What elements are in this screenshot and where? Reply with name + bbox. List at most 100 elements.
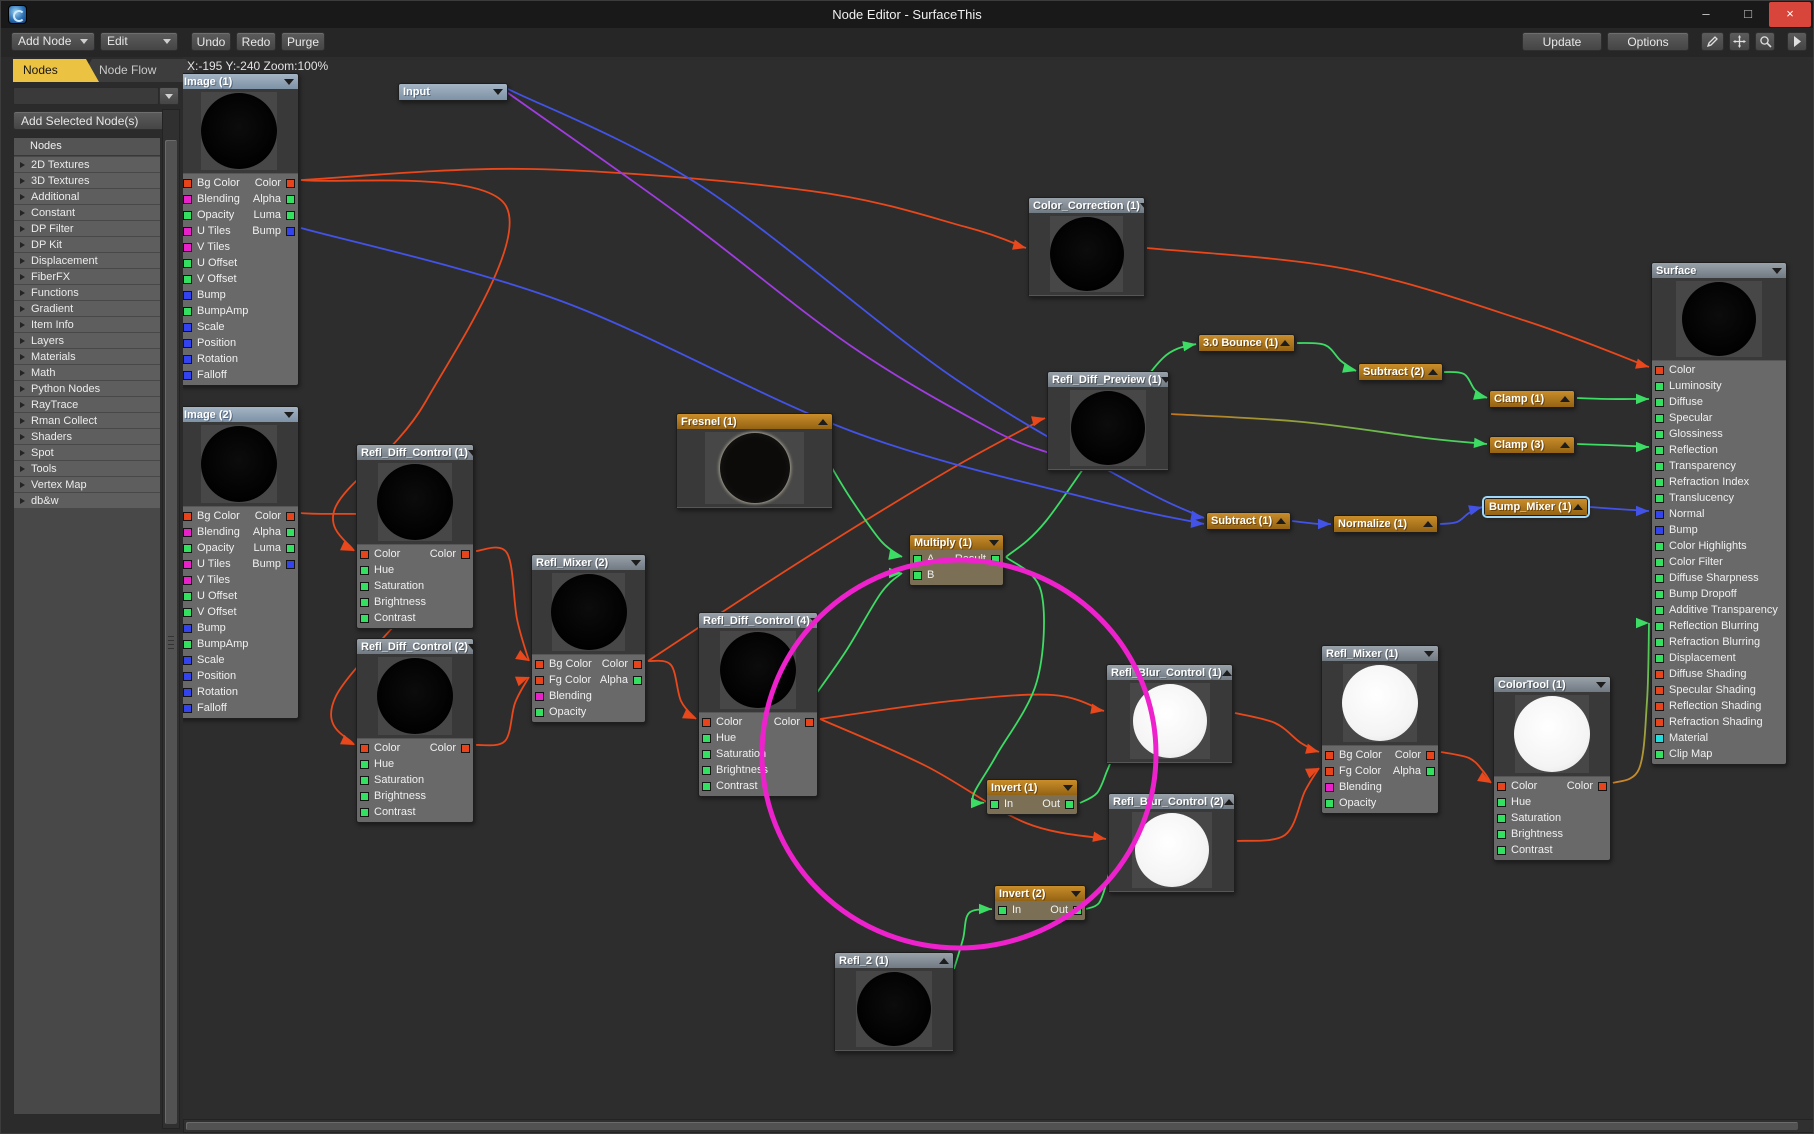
maximize-button[interactable]: □ <box>1727 2 1769 27</box>
collapse-arrow-down-icon[interactable] <box>1071 891 1081 897</box>
sidebar-category-tools[interactable]: Tools <box>14 461 160 476</box>
sidebar-category-dp-kit[interactable]: DP Kit <box>14 237 160 252</box>
input-port-u-offset[interactable] <box>183 259 192 268</box>
node-refl-mixer-2[interactable]: Refl_Mixer (2)Bg ColorColorFg ColorAlpha… <box>531 554 646 723</box>
input-port-hue[interactable] <box>702 734 711 743</box>
input-port-displacement[interactable] <box>1655 654 1664 663</box>
input-port-brightness[interactable] <box>702 766 711 775</box>
input-port-brightness[interactable] <box>360 792 369 801</box>
redo-button[interactable]: Redo <box>236 32 276 51</box>
input-port-saturation[interactable] <box>360 776 369 785</box>
node-title-bar[interactable]: Image (1) <box>183 74 298 89</box>
collapse-arrow-down-icon[interactable] <box>810 618 817 624</box>
node-title-bar[interactable]: Normalize (1) <box>1334 516 1437 532</box>
node-invert-2[interactable]: Invert (2)InOut <box>994 885 1086 921</box>
node-invert-1[interactable]: Invert (1)InOut <box>986 779 1078 815</box>
sidebar-category-spot[interactable]: Spot <box>14 445 160 460</box>
output-port-color[interactable] <box>1598 782 1607 791</box>
sidebar-category-rman-collect[interactable]: Rman Collect <box>14 413 160 428</box>
input-port-color-filter[interactable] <box>1655 558 1664 567</box>
collapse-arrow-down-icon[interactable] <box>284 412 294 418</box>
undo-button[interactable]: Undo <box>191 32 231 51</box>
node-image-2[interactable]: Image (2)Bg ColorColorBlendingAlphaOpaci… <box>183 406 299 719</box>
input-port-b[interactable] <box>913 571 922 580</box>
node-graph-canvas[interactable]: Image (1)Bg ColorColorBlendingAlphaOpaci… <box>183 57 1814 1121</box>
input-port-bg-color[interactable] <box>1325 751 1334 760</box>
output-port-result[interactable] <box>991 555 1000 564</box>
collapse-arrow-down-icon[interactable] <box>468 450 473 456</box>
options-button[interactable]: Options <box>1607 32 1689 51</box>
sidebar-category-additional[interactable]: Additional <box>14 189 160 204</box>
node-bounce-1[interactable]: 3.0 Bounce (1) <box>1198 334 1295 352</box>
input-port-u-tiles[interactable] <box>183 560 192 569</box>
input-port-in[interactable] <box>990 800 999 809</box>
input-port-opacity[interactable] <box>183 211 192 220</box>
input-port-blending[interactable] <box>535 692 544 701</box>
input-port-bump[interactable] <box>183 291 192 300</box>
add-selected-nodes-button[interactable]: Add Selected Node(s) <box>13 111 179 130</box>
node-title-bar[interactable]: Refl_Diff_Control (2) <box>357 639 473 654</box>
input-port-contrast[interactable] <box>702 782 711 791</box>
input-port-bump[interactable] <box>183 624 192 633</box>
collapse-arrow-down-icon[interactable] <box>631 560 641 566</box>
collapse-arrow-down-icon[interactable] <box>1140 203 1144 209</box>
output-port-color[interactable] <box>633 660 642 669</box>
sidebar-scrollbar[interactable] <box>162 109 180 1129</box>
output-port-color[interactable] <box>286 512 295 521</box>
collapse-arrow-up-icon[interactable] <box>1428 369 1438 375</box>
sidebar-category-gradient[interactable]: Gradient <box>14 301 160 316</box>
input-port-refraction-shading[interactable] <box>1655 718 1664 727</box>
input-port-saturation[interactable] <box>702 750 711 759</box>
pen-tool-button[interactable] <box>1701 32 1724 51</box>
node-refl-diff-control-2[interactable]: Refl_Diff_Control (2)ColorColorHueSatura… <box>356 638 474 823</box>
input-port-opacity[interactable] <box>183 544 192 553</box>
sidebar-category-item-info[interactable]: Item Info <box>14 317 160 332</box>
node-input[interactable]: Input <box>398 83 508 101</box>
tab-nodes[interactable]: Nodes <box>13 59 99 82</box>
input-port-bumpamp[interactable] <box>183 307 192 316</box>
node-title-bar[interactable]: Subtract (1) <box>1207 513 1290 529</box>
node-title-bar[interactable]: Refl_Blur_Control (1) <box>1107 665 1232 680</box>
input-port-normal[interactable] <box>1655 510 1664 519</box>
expand-panel-button[interactable] <box>1787 32 1807 51</box>
collapse-arrow-up-icon[interactable] <box>1224 799 1234 805</box>
node-title-bar[interactable]: Bump_Mixer (1) <box>1485 499 1587 515</box>
collapse-arrow-up-icon[interactable] <box>1560 396 1570 402</box>
input-port-blending[interactable] <box>183 195 192 204</box>
collapse-arrow-up-icon[interactable] <box>1573 504 1583 510</box>
node-title-bar[interactable]: Surface <box>1652 263 1786 278</box>
input-port-rotation[interactable] <box>183 355 192 364</box>
collapse-arrow-up-icon[interactable] <box>818 419 828 425</box>
node-normalize-1[interactable]: Normalize (1) <box>1333 515 1438 533</box>
sidebar-category-functions[interactable]: Functions <box>14 285 160 300</box>
input-port-reflection-blurring[interactable] <box>1655 622 1664 631</box>
node-title-bar[interactable]: Refl_Diff_Preview (1) <box>1048 372 1168 387</box>
input-port-position[interactable] <box>183 672 192 681</box>
input-port-material[interactable] <box>1655 734 1664 743</box>
node-title-bar[interactable]: Refl_Diff_Control (4) <box>699 613 817 628</box>
sidebar-category-layers[interactable]: Layers <box>14 333 160 348</box>
collapse-arrow-down-icon[interactable] <box>1772 268 1782 274</box>
input-port-u-tiles[interactable] <box>183 227 192 236</box>
input-port-transparency[interactable] <box>1655 462 1664 471</box>
output-port-luma[interactable] <box>286 544 295 553</box>
output-port-color[interactable] <box>1426 751 1435 760</box>
collapse-arrow-down-icon[interactable] <box>1161 377 1168 383</box>
input-port-bg-color[interactable] <box>183 179 192 188</box>
minimize-button[interactable]: – <box>1685 2 1727 27</box>
input-port-specular[interactable] <box>1655 414 1664 423</box>
node-title-bar[interactable]: 3.0 Bounce (1) <box>1199 335 1294 351</box>
sidebar-category-vertex-map[interactable]: Vertex Map <box>14 477 160 492</box>
collapse-arrow-down-icon[interactable] <box>1063 785 1073 791</box>
sidebar-category-python-nodes[interactable]: Python Nodes <box>14 381 160 396</box>
input-port-v-offset[interactable] <box>183 608 192 617</box>
output-port-alpha[interactable] <box>1426 767 1435 776</box>
output-port-alpha[interactable] <box>286 528 295 537</box>
node-bump-mixer-1[interactable]: Bump_Mixer (1) <box>1484 498 1588 516</box>
input-port-refraction-index[interactable] <box>1655 478 1664 487</box>
node-subtract-2[interactable]: Subtract (2) <box>1358 363 1443 381</box>
output-port-luma[interactable] <box>286 211 295 220</box>
collapse-arrow-up-icon[interactable] <box>1280 340 1290 346</box>
input-port-opacity[interactable] <box>535 708 544 717</box>
node-title-bar[interactable]: Invert (2) <box>995 886 1085 901</box>
